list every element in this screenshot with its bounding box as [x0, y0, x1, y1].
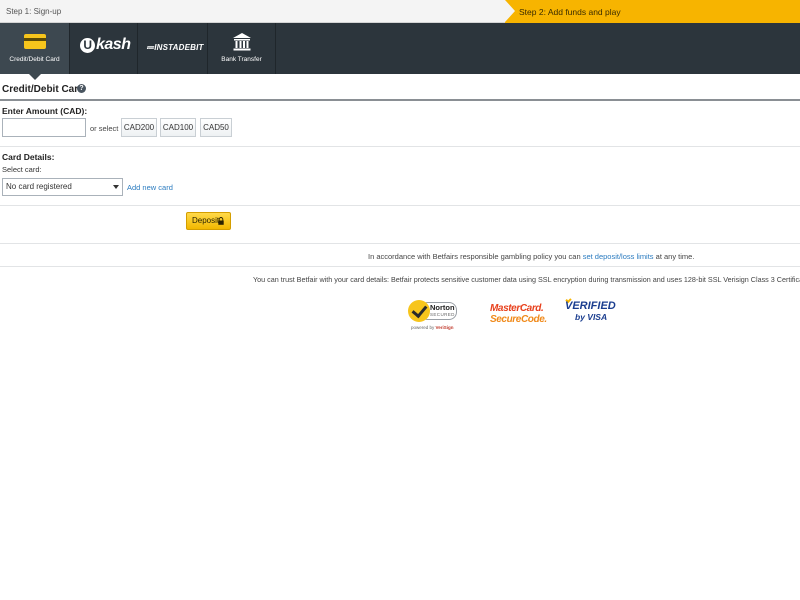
credit-card-icon — [24, 34, 46, 49]
preset-cad100-button[interactable]: CAD100 — [160, 118, 196, 137]
tab-credit-debit-card[interactable]: Credit/Debit Card — [0, 23, 70, 74]
step-2-current: Step 2: Add funds and play — [505, 0, 800, 23]
active-tab-pointer — [29, 74, 41, 80]
instadebit-logo: ≔INSTADEBIT — [146, 43, 204, 52]
checkmark-icon — [408, 300, 430, 322]
step-2-label: Step 2: Add funds and play — [519, 7, 621, 17]
deposit-limits-link[interactable]: set deposit/loss limits — [583, 252, 654, 261]
step-1: Step 1: Sign-up — [0, 0, 520, 23]
security-note: You can trust Betfair with your card det… — [253, 275, 800, 284]
amount-label: Enter Amount (CAD): — [2, 106, 88, 116]
card-select-value: No card registered — [6, 182, 72, 191]
or-select-label: or select — [90, 124, 119, 133]
help-icon[interactable]: ? — [77, 84, 86, 93]
card-details-label: Card Details: — [2, 152, 55, 162]
payment-method-tabs: Credit/Debit Card Ukash ≔INSTADEBIT Bank… — [0, 23, 800, 74]
tab-instadebit[interactable]: ≔INSTADEBIT — [138, 23, 208, 74]
ukash-logo: Ukash — [80, 36, 131, 54]
tab-label: Bank Transfer — [221, 56, 262, 63]
divider — [0, 146, 800, 147]
gambling-policy-note: In accordance with Betfairs responsible … — [368, 252, 695, 261]
amount-input[interactable] — [2, 118, 86, 137]
tab-label: Credit/Debit Card — [9, 56, 60, 63]
preset-cad200-button[interactable]: CAD200 — [121, 118, 157, 137]
step-1-label: Step 1: Sign-up — [6, 7, 62, 16]
bank-icon — [233, 33, 251, 51]
deposit-button[interactable]: Deposit — [186, 212, 231, 230]
card-select[interactable]: No card registered — [2, 178, 123, 196]
select-card-label: Select card: — [2, 165, 42, 174]
deposit-label: Deposit — [192, 216, 220, 225]
add-new-card-link[interactable]: Add new card — [127, 183, 173, 192]
section-title: Credit/Debit Card — [2, 84, 85, 95]
step-indicator: Step 1: Sign-up Step 2: Add funds and pl… — [0, 0, 800, 23]
tab-ukash[interactable]: Ukash — [70, 23, 138, 74]
step-arrow — [505, 0, 515, 22]
mastercard-securecode-badge: MasterCard. SecureCode. — [490, 303, 547, 325]
verified-by-visa-badge: VERIFIED by VISA — [565, 300, 616, 323]
preset-cad50-button[interactable]: CAD50 — [200, 118, 232, 137]
divider — [0, 205, 800, 206]
tab-bank-transfer[interactable]: Bank Transfer — [208, 23, 276, 74]
norton-secured-badge: Norton SECURED powered by VeriSign — [408, 298, 460, 332]
section-divider — [0, 99, 800, 101]
caret-down-icon — [113, 185, 119, 189]
divider — [0, 266, 800, 267]
divider — [0, 243, 800, 244]
lock-icon — [218, 217, 224, 225]
